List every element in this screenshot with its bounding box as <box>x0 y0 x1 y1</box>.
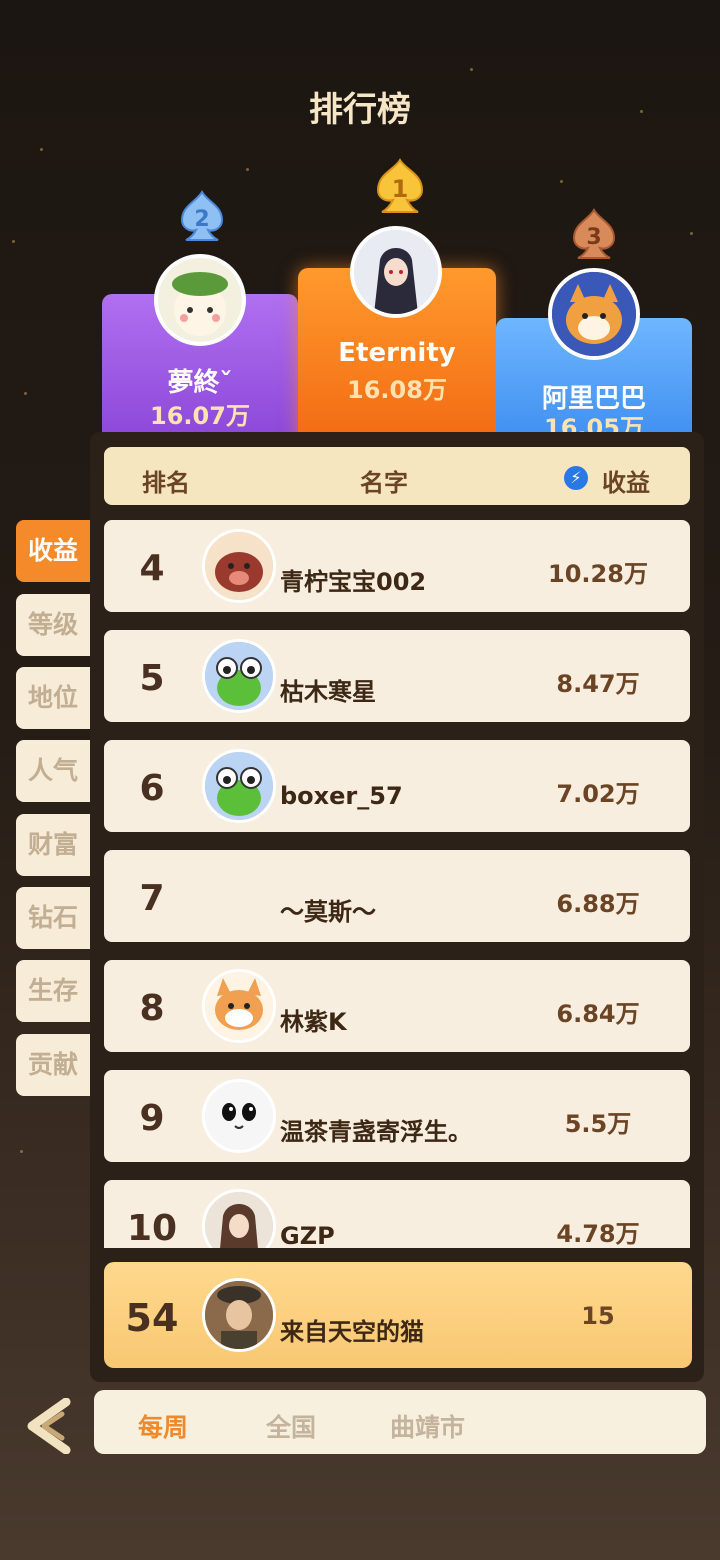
header-name: 名字 <box>360 469 408 497</box>
tab-national[interactable]: 全国 <box>266 1408 316 1444</box>
row-name: 林紫K <box>280 1008 347 1036</box>
side-tab-contribution[interactable]: 贡献 <box>16 1034 90 1096</box>
table-row[interactable]: 8 林紫K 6.84万 <box>104 960 690 1052</box>
side-tab-wealth[interactable]: 财富 <box>16 814 90 876</box>
podium-third-avatar[interactable] <box>548 268 640 360</box>
rank-2-crest-icon: 2 <box>174 188 230 244</box>
tab-city[interactable]: 曲靖市 <box>390 1408 465 1444</box>
podium-second-avatar[interactable] <box>154 254 246 346</box>
side-tab-diamond[interactable]: 钻石 <box>16 887 90 949</box>
podium-first-score: 16.08万 <box>347 376 447 404</box>
row-name: ～莫斯～ <box>280 898 376 926</box>
table-row[interactable]: 5 枯木寒星 8.47万 <box>104 630 690 722</box>
row-rank: 5 <box>139 658 165 699</box>
podium-first-avatar[interactable] <box>350 226 442 318</box>
lightning-icon: ⚡ <box>564 466 588 490</box>
row-name: 青柠宝宝002 <box>280 568 427 596</box>
table-row[interactable]: 9 温茶青盏寄浮生。 5.5万 <box>104 1070 690 1162</box>
rank-1-crest-icon: 1 <box>370 158 430 216</box>
svg-text:1: 1 <box>392 175 409 203</box>
row-rank: 4 <box>139 548 165 589</box>
self-rank-row[interactable]: 54 来自天空的猫 15 <box>104 1262 692 1368</box>
row-name: GZP <box>280 1222 335 1248</box>
row-rank: 8 <box>139 988 165 1029</box>
self-avatar[interactable] <box>202 1278 276 1352</box>
row-rank: 10 <box>126 1208 178 1248</box>
blob-avatar-icon[interactable] <box>202 1079 276 1153</box>
row-score: 6.88万 <box>556 890 640 918</box>
row-name: 枯木寒星 <box>280 678 376 706</box>
table-row[interactable]: 4 青柠宝宝002 10.28万 <box>104 520 690 612</box>
rank-3-crest-icon: 3 <box>566 206 622 262</box>
row-score: 8.47万 <box>556 670 640 698</box>
boar-avatar-icon[interactable] <box>202 529 276 603</box>
row-score: 6.84万 <box>556 1000 640 1028</box>
row-score: 7.02万 <box>556 780 640 808</box>
side-tab-income[interactable]: 收益 <box>16 520 90 582</box>
frog-avatar-icon[interactable] <box>202 749 276 823</box>
table-row[interactable]: 10 GZP 4.78万 <box>104 1180 690 1248</box>
side-tab-survival[interactable]: 生存 <box>16 960 90 1022</box>
row-rank: 7 <box>139 878 165 919</box>
girl-avatar-icon[interactable] <box>202 1189 276 1248</box>
ranking-list[interactable]: 4 青柠宝宝002 10.28万 5 枯木寒星 8.47万 6 boxer_57… <box>104 520 692 1248</box>
scope-tab-bar: 每周 全国 曲靖市 <box>94 1390 706 1454</box>
row-rank: 6 <box>139 768 165 809</box>
table-row[interactable]: 7 ～莫斯～ 6.88万 <box>104 850 690 942</box>
row-rank: 9 <box>139 1098 165 1139</box>
row-name: boxer_57 <box>280 782 403 810</box>
svg-text:3: 3 <box>586 225 601 250</box>
row-name: 温茶青盏寄浮生。 <box>280 1118 472 1146</box>
row-score: 4.78万 <box>556 1220 640 1248</box>
row-score: 10.28万 <box>548 560 648 588</box>
self-score: 15 <box>581 1302 615 1330</box>
svg-text:2: 2 <box>194 207 209 232</box>
podium-second-name: 夢終ˇ <box>167 368 233 398</box>
table-row[interactable]: 6 boxer_57 7.02万 <box>104 740 690 832</box>
side-tab-popularity[interactable]: 人气 <box>16 740 90 802</box>
side-tab-level[interactable]: 等级 <box>16 594 90 656</box>
dog-avatar-icon[interactable] <box>202 969 276 1043</box>
page-title: 排行榜 <box>309 90 411 130</box>
podium-first-name: Eternity <box>338 338 456 368</box>
header-rank: 排名 <box>142 469 190 497</box>
self-rank: 54 <box>125 1296 179 1340</box>
row-score: 5.5万 <box>564 1110 632 1138</box>
header-score: 收益 <box>602 469 650 497</box>
side-tab-status[interactable]: 地位 <box>16 667 90 729</box>
self-name: 来自天空的猫 <box>280 1318 424 1346</box>
back-arrow-icon[interactable] <box>22 1397 74 1455</box>
tab-weekly[interactable]: 每周 <box>138 1408 188 1444</box>
podium-second-score: 16.07万 <box>150 402 250 430</box>
table-header: 排名 名字 收益 <box>104 447 690 505</box>
frog-avatar-icon[interactable] <box>202 639 276 713</box>
